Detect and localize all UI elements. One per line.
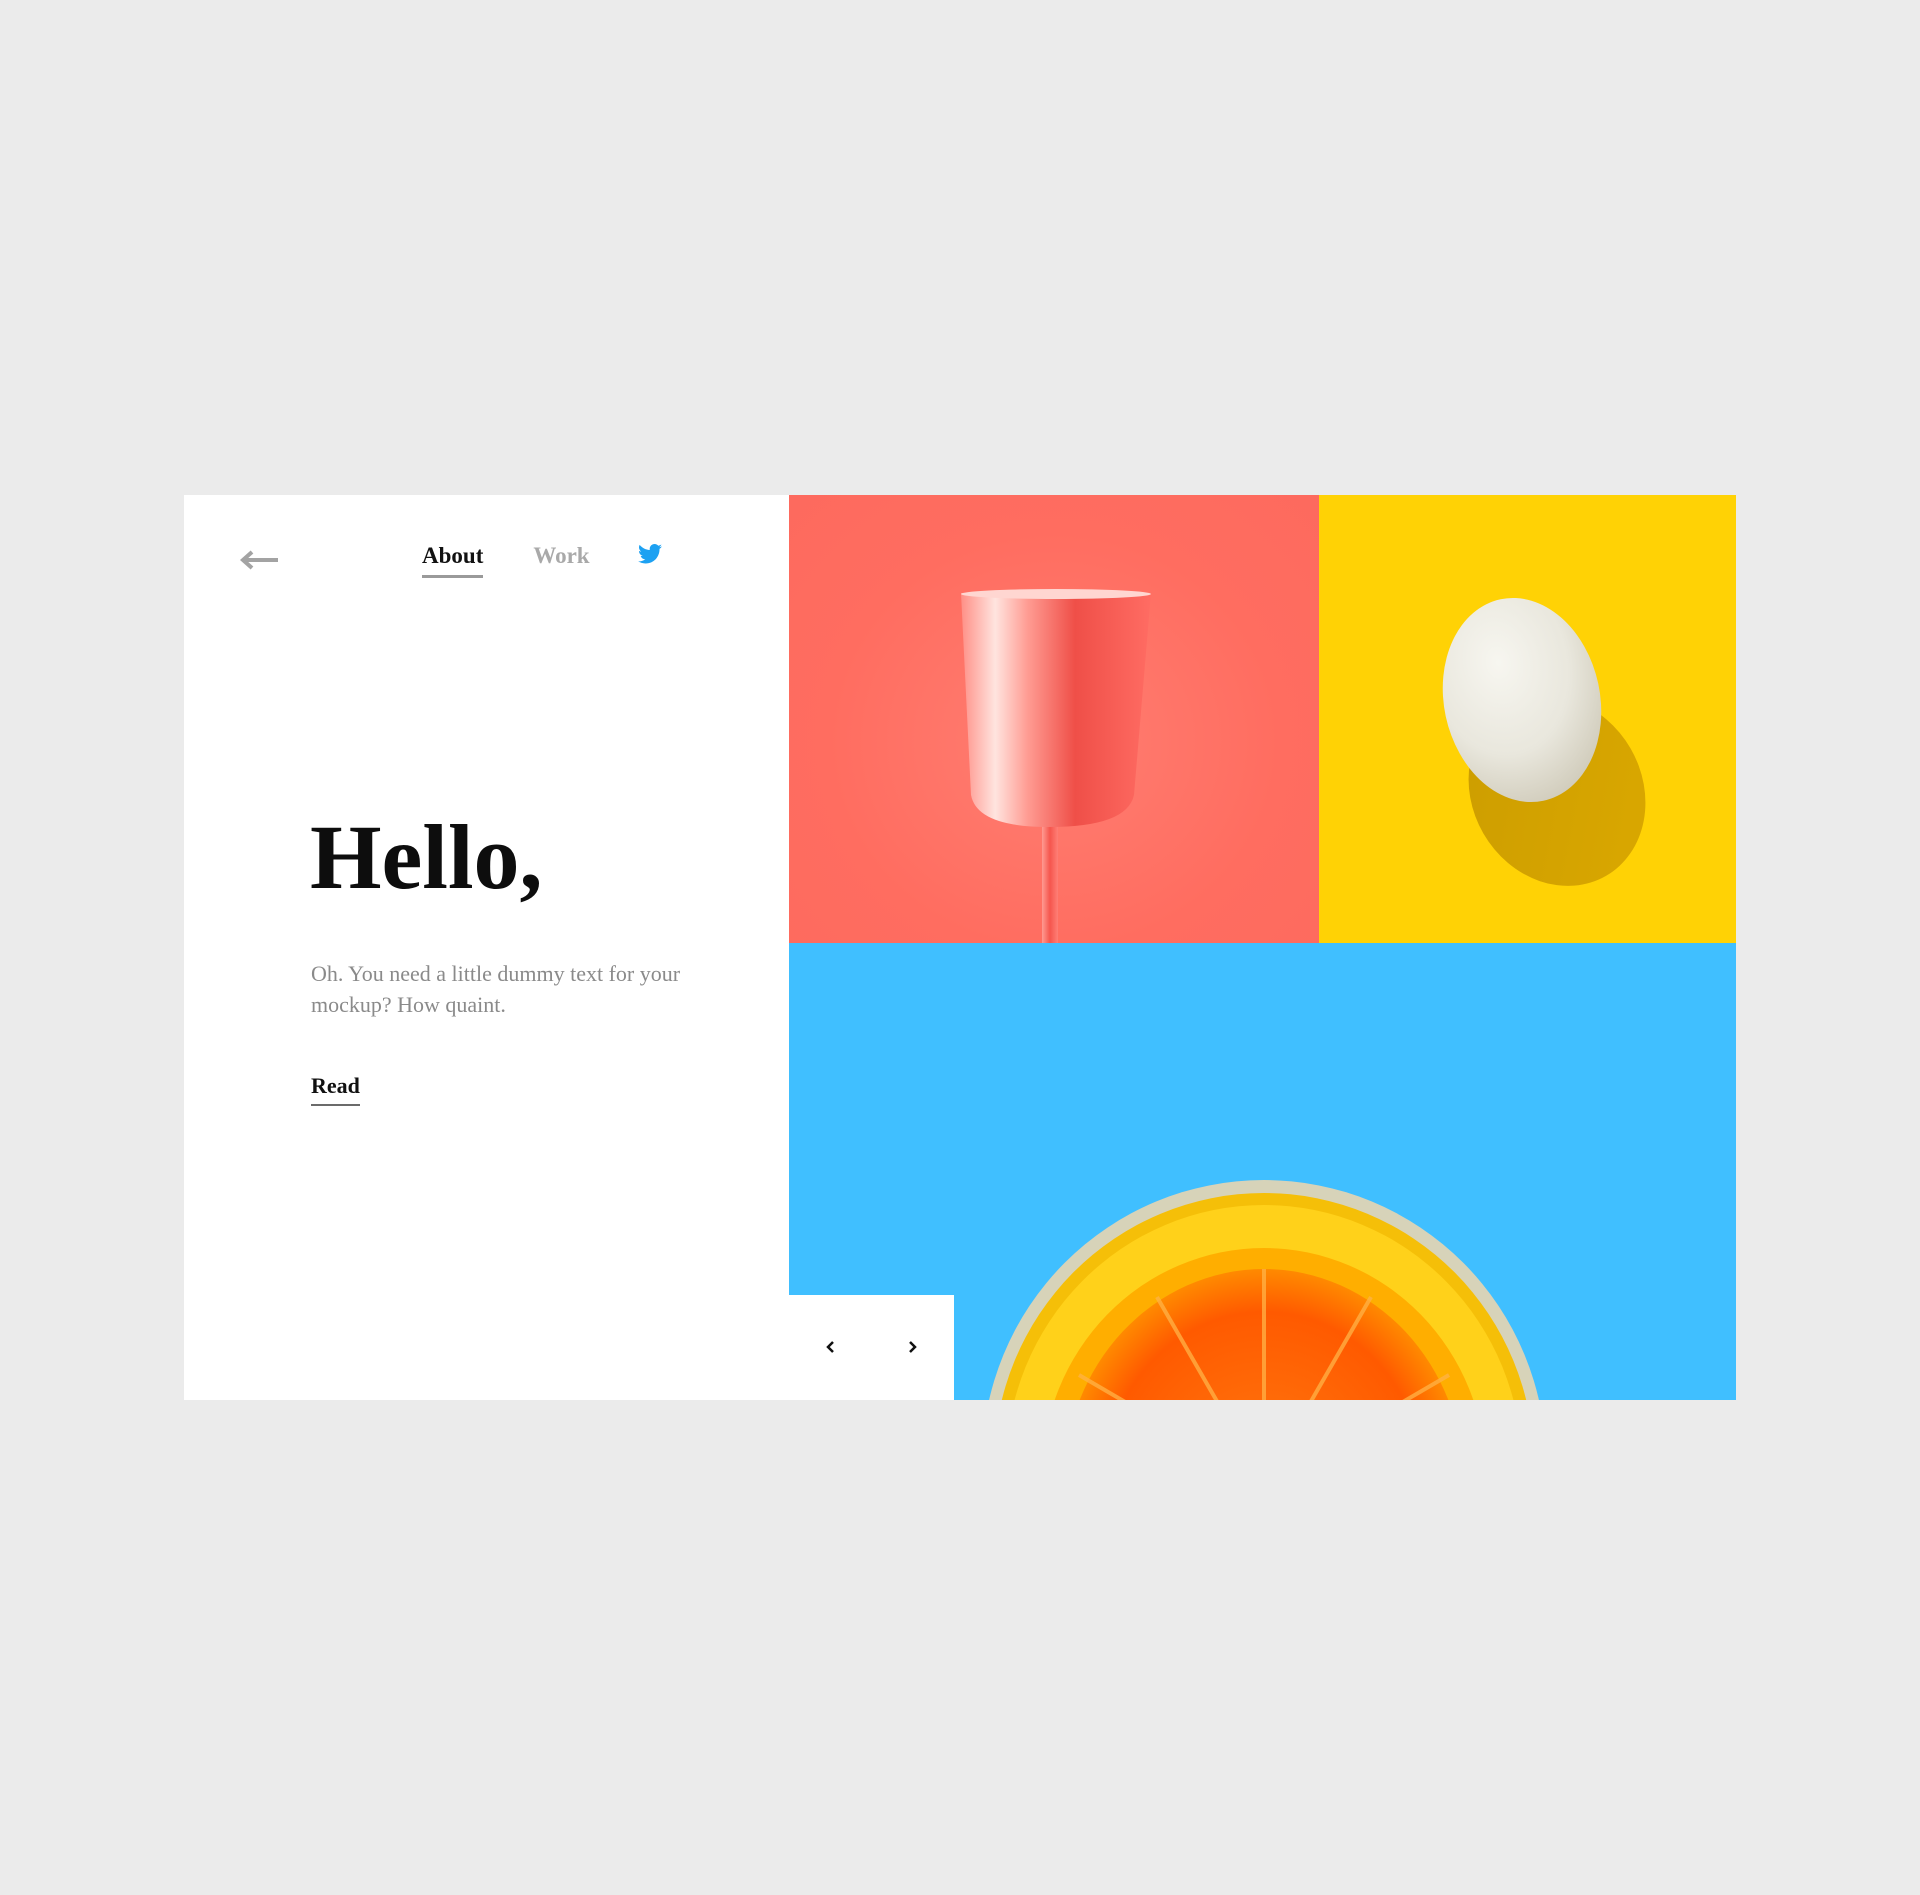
read-link[interactable]: Read: [311, 1073, 360, 1106]
goblet-illustration: [961, 589, 1151, 943]
intro-panel: About Work Hello, Oh. You need a little …: [184, 495, 789, 1400]
main-nav: About Work: [422, 543, 662, 578]
slider-controls: [789, 1295, 954, 1400]
hero-title: Hello,: [310, 806, 543, 908]
hero-card: About Work Hello, Oh. You need a little …: [184, 495, 1736, 1400]
nav-link-about[interactable]: About: [422, 543, 484, 578]
egg-image: [1319, 495, 1736, 943]
arrow-left-icon[interactable]: [238, 549, 280, 571]
chevron-right-icon[interactable]: [900, 1335, 924, 1359]
pink-goblet-image: [789, 495, 1319, 943]
hero-body: Oh. You need a little dummy text for you…: [311, 961, 681, 1017]
nav-link-work[interactable]: Work: [533, 543, 589, 575]
twitter-icon[interactable]: [637, 543, 662, 565]
chevron-left-icon[interactable]: [819, 1335, 843, 1359]
egg-illustration: [1442, 597, 1646, 886]
